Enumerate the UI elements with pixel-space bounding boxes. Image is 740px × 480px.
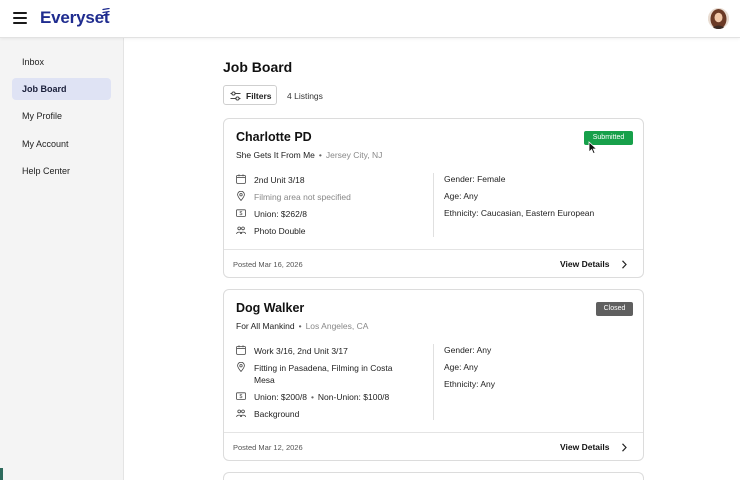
job-card[interactable] [223,472,644,480]
calendar-icon [236,174,246,184]
status-badge: Closed [596,302,633,316]
age-attr: Age: Any [444,362,479,372]
listing-count: 4 Listings [287,91,323,101]
svg-text:$: $ [240,211,243,217]
view-details-link[interactable]: View Details [560,259,627,269]
job-card[interactable]: Charlotte PD She Gets It From Me • Jersey … [223,118,644,278]
schedule-text: Work 3/16, 2nd Unit 3/17 [254,346,348,356]
age-attr: Age: Any [444,191,479,201]
production-name: For All Mankind [236,321,295,331]
pay-text: Union: $262/8 [254,209,307,219]
top-bar: Everyset [0,0,740,38]
schedule-text: 2nd Unit 3/18 [254,175,305,185]
avatar[interactable] [708,8,729,29]
posted-date: Posted Mar 12, 2026 [233,443,303,452]
job-subtitle: She Gets It From Me • Jersey City, NJ [236,150,383,160]
detail-divider [433,173,434,237]
people-icon [236,409,246,418]
sidebar-item-help-center[interactable]: Help Center [12,160,111,182]
svg-text:$: $ [240,394,243,400]
production-name: She Gets It From Me [236,150,315,160]
logo[interactable]: Everyset [40,8,109,28]
job-title: Dog Walker [236,301,305,315]
filters-label: Filters [246,91,272,101]
sidebar-item-inbox[interactable]: Inbox [12,51,111,73]
filming-location-text: Filming area not specified [254,192,351,202]
detail-divider [433,344,434,420]
ethnicity-attr: Ethnicity: Any [444,379,496,389]
role-type-text: Background [254,409,300,419]
pay-union: Union: $200/8 [254,392,307,402]
ethnicity-attr: Ethnicity: Caucasian, Eastern European [444,208,595,218]
job-location: Los Angeles, CA [305,321,369,331]
dollar-icon: $ [236,209,246,217]
sidebar-corner-accent [0,468,3,480]
job-subtitle: For All Mankind • Los Angeles, CA [236,321,369,331]
card-footer: Posted Mar 16, 2026 View Details [224,249,643,278]
gender-attr: Gender: Female [444,174,506,184]
logo-mark-icon [102,8,110,17]
job-title: Charlotte PD [236,130,312,144]
chevron-right-icon [622,260,627,269]
calendar-icon [236,345,246,355]
chevron-right-icon [622,443,627,452]
sidebar-item-my-account[interactable]: My Account [12,133,111,155]
pay-nonunion: Non-Union: $100/8 [317,392,390,402]
dollar-icon: $ [236,392,246,400]
view-details-link[interactable]: View Details [560,442,627,452]
page-title: Job Board [223,59,293,75]
view-details-label: View Details [560,442,610,452]
location-pin-icon [237,191,245,201]
mouse-cursor-icon [588,141,598,155]
sidebar-item-job-board[interactable]: Job Board [12,78,111,100]
job-location: Jersey City, NJ [325,150,383,160]
sidebar-item-my-profile[interactable]: My Profile [12,105,111,127]
sidebar: Inbox Job Board My Profile My Account He… [0,38,124,480]
role-type-text: Photo Double [254,226,306,236]
job-card[interactable]: Dog Walker For All Mankind • Los Angeles, … [223,289,644,461]
card-footer: Posted Mar 12, 2026 View Details [224,432,643,461]
filming-location-text: Fitting in Pasadena, Filming in Costa Me… [254,363,393,385]
view-details-label: View Details [560,259,610,269]
menu-icon[interactable] [13,12,27,24]
people-icon [236,226,246,235]
filters-button[interactable]: Filters [223,85,277,105]
posted-date: Posted Mar 16, 2026 [233,260,303,269]
gender-attr: Gender: Any [444,345,492,355]
location-pin-icon [237,362,245,372]
filters-icon [230,91,241,101]
pay-text: Union: $200/8 • Non-Union: $100/8 [254,392,390,402]
